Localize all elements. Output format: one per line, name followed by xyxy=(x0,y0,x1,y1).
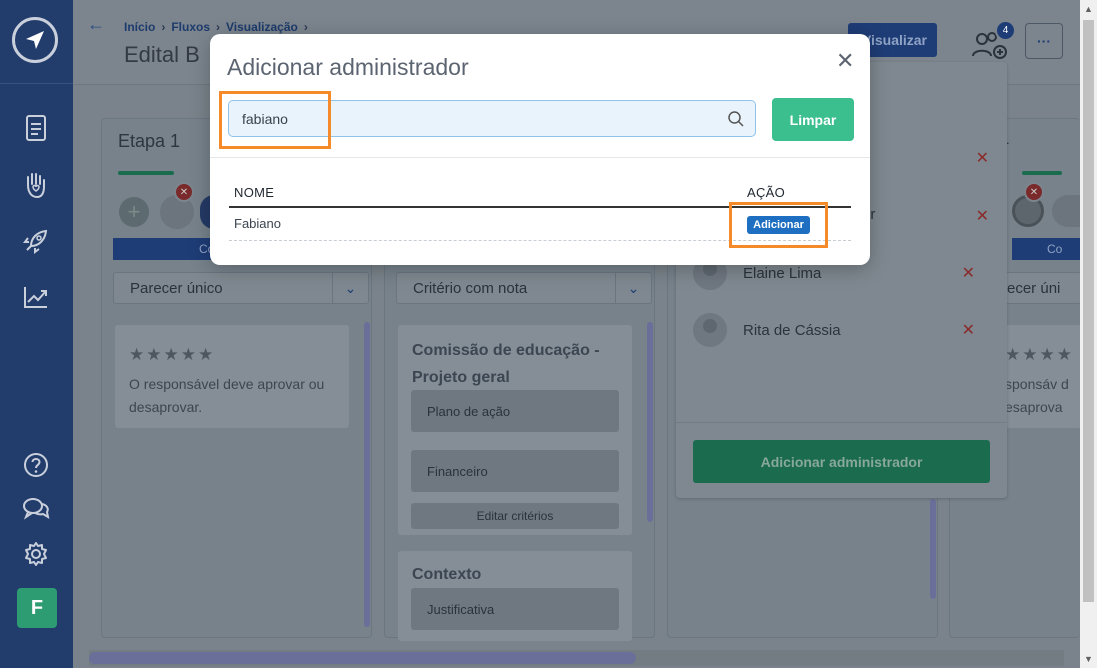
horizontal-scrollbar[interactable] xyxy=(89,650,1064,666)
stage-action-button[interactable]: Co xyxy=(1012,238,1081,260)
document-icon[interactable] xyxy=(22,114,50,142)
scroll-down-icon[interactable]: ▼ xyxy=(1084,654,1093,664)
logo-icon[interactable] xyxy=(12,17,58,63)
remove-admin-icon[interactable]: ✕ xyxy=(962,320,975,340)
notification-badge: 4 xyxy=(995,20,1016,41)
remove-admin-icon[interactable]: ✕ xyxy=(976,148,989,168)
gear-icon[interactable] xyxy=(22,540,50,568)
admin-row: Rita de Cássia ✕ xyxy=(693,310,993,350)
remove-admin-icon[interactable]: ✕ xyxy=(976,206,989,226)
rocket-icon[interactable] xyxy=(22,227,50,255)
stage-progress xyxy=(118,171,174,175)
back-arrow-icon[interactable]: ← xyxy=(87,14,105,35)
chat-icon[interactable] xyxy=(22,495,50,523)
criteria-card: ★★★★ sponsáv desaprova xyxy=(1005,325,1081,428)
stage-action-button[interactable]: Co xyxy=(113,238,214,260)
add-reviewer-icon[interactable]: + xyxy=(119,197,149,227)
column-scrollbar[interactable] xyxy=(930,499,936,599)
stage-progress xyxy=(1022,171,1062,175)
evaluation-type-select[interactable]: Parecer único ⌄ xyxy=(113,272,369,304)
modal-title: Adicionar administrador xyxy=(227,54,469,80)
breadcrumb-fluxos[interactable]: Fluxos xyxy=(171,20,210,34)
admin-name: Rita de Cássia xyxy=(743,321,841,339)
card-description: O responsável deve aprovar ou desaprovar… xyxy=(129,376,325,415)
criterion-item[interactable]: Justificativa xyxy=(411,588,619,630)
column-header-name: NOME xyxy=(234,185,275,200)
hand-heart-icon[interactable] xyxy=(22,171,50,199)
criteria-card: Contexto Justificativa xyxy=(398,551,632,641)
scroll-up-icon[interactable]: ▲ xyxy=(1084,4,1093,14)
rating-stars-icon: ★★★★ xyxy=(1005,345,1074,364)
chevron-down-icon: ⌄ xyxy=(615,273,651,303)
search-highlight xyxy=(219,91,331,149)
chevron-right-icon: › xyxy=(216,20,221,34)
card-title: Contexto xyxy=(412,566,482,583)
sidebar: F xyxy=(0,0,73,668)
page-scrollbar[interactable]: ▲ ▼ xyxy=(1080,0,1097,668)
breadcrumb-visualizacao[interactable]: Visualização xyxy=(226,20,298,34)
scrollbar-thumb[interactable] xyxy=(1083,20,1094,602)
column-header-action: AÇÃO xyxy=(747,185,786,200)
evaluation-type-select[interactable]: Critério com nota ⌄ xyxy=(396,272,652,304)
column-scrollbar[interactable] xyxy=(364,322,370,627)
breadcrumb-inicio[interactable]: Início xyxy=(124,20,155,34)
edit-criteria-button[interactable]: Editar critérios xyxy=(411,503,619,529)
chevron-right-icon: › xyxy=(161,20,166,34)
help-icon[interactable] xyxy=(22,451,50,479)
chevron-right-icon: › xyxy=(303,20,308,34)
criterion-item[interactable]: Financeiro xyxy=(411,450,619,492)
add-button-highlight xyxy=(729,202,828,248)
remove-admin-icon[interactable]: ✕ xyxy=(962,263,975,283)
criteria-card: Comissão de educação - Projeto geral Pla… xyxy=(398,325,632,535)
admin-name: Elaine Lima xyxy=(743,264,822,282)
add-admin-button[interactable]: Adicionar administrador xyxy=(693,440,990,483)
rating-stars-icon: ★★★★★ xyxy=(129,345,216,364)
avatar xyxy=(1052,195,1081,227)
chevron-down-icon: ⌄ xyxy=(332,273,368,303)
remove-icon[interactable]: ✕ xyxy=(174,182,194,202)
remove-icon[interactable]: ✕ xyxy=(1024,182,1044,202)
card-title: Comissão de educação - Projeto geral xyxy=(412,342,600,386)
table-cell-name: Fabiano xyxy=(234,216,281,231)
user-avatar[interactable]: F xyxy=(17,588,57,628)
evaluation-type-select[interactable]: ecer úni xyxy=(1005,272,1081,304)
breadcrumb: Início › Fluxos › Visualização › xyxy=(124,20,308,34)
card-description: sponsáv desaprova xyxy=(1005,376,1069,415)
scrollbar-thumb[interactable] xyxy=(89,652,636,664)
page-title: Edital B xyxy=(124,42,200,67)
chart-trend-icon[interactable] xyxy=(22,283,50,311)
sidebar-divider xyxy=(0,83,73,84)
search-icon[interactable] xyxy=(727,110,745,128)
modal-divider xyxy=(210,157,870,158)
criteria-card: ★★★★★ O responsável deve aprovar ou desa… xyxy=(115,325,349,428)
avatar xyxy=(693,313,727,347)
more-options-button[interactable]: ··· xyxy=(1025,23,1063,59)
close-icon[interactable]: ✕ xyxy=(836,48,854,74)
column-scrollbar[interactable] xyxy=(647,322,653,522)
panel-divider xyxy=(676,422,1007,423)
clear-button[interactable]: Limpar xyxy=(772,98,854,141)
criterion-item[interactable]: Plano de ação xyxy=(411,390,619,432)
stage-title: Etapa 1 xyxy=(118,131,181,151)
